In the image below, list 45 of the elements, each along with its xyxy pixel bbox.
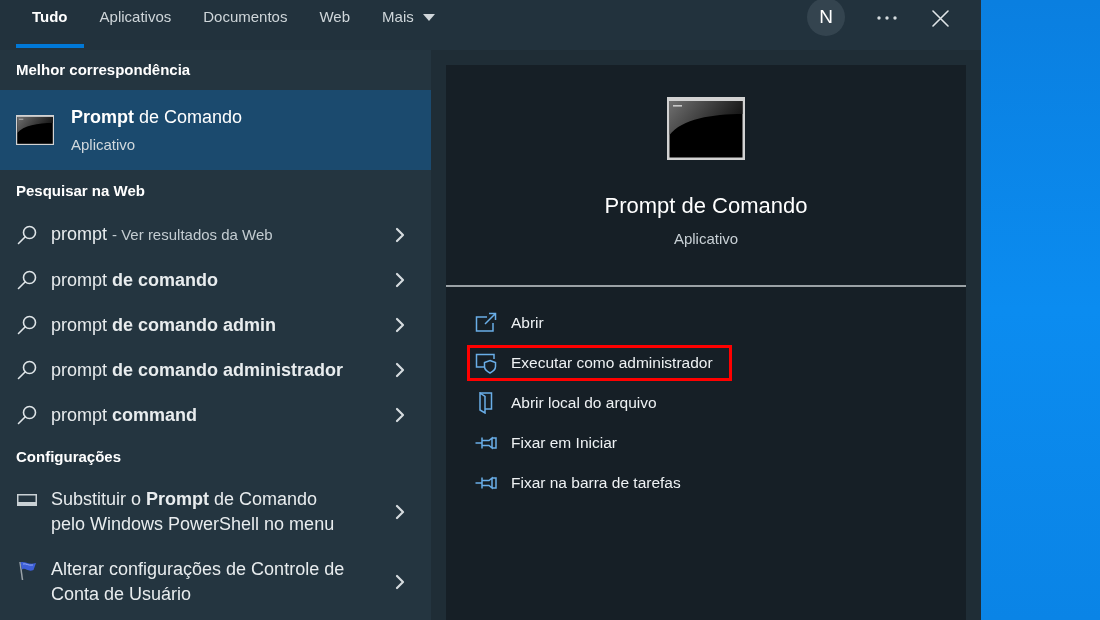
settings-item[interactable]: Substituir o Prompt de Comando pelo Windows PowerShell no menu: [0, 477, 431, 547]
more-icon: [877, 16, 897, 20]
section-heading: Configurações: [16, 447, 121, 467]
tab[interactable]: Documentos: [187, 0, 304, 48]
pin-icon: [475, 476, 497, 490]
chevron-icon: [395, 361, 405, 378]
menu-item[interactable]: Fixar na barra de tarefas: [467, 465, 700, 501]
command-prompt-icon: [667, 97, 745, 160]
chevron-icon: [395, 504, 405, 520]
search-suggestion[interactable]: prompt command: [0, 392, 431, 437]
open-icon: [475, 312, 497, 334]
app-type: Aplicativo: [673, 229, 739, 249]
chevron-icon: [395, 271, 405, 288]
app-title: Prompt de Comando: [604, 192, 808, 220]
menu-item[interactable]: Abrir local do arquivo: [467, 385, 676, 421]
section-heading: Pesquisar na Web: [16, 181, 145, 201]
search-result[interactable]: Prompt de Comando Aplicativo: [0, 90, 431, 170]
display-icon: [17, 493, 37, 506]
chevron-icon: [395, 316, 405, 333]
tab[interactable]: Aplicativos: [83, 0, 188, 48]
flag-icon: [17, 559, 37, 580]
section-heading: Melhor correspondência: [16, 60, 191, 80]
menu-item[interactable]: Abrir: [467, 305, 563, 341]
close-icon: [931, 9, 949, 27]
monitor-shield-icon: [475, 352, 497, 374]
settings-item[interactable]: Alterar configurações de Controle de Conta de Usuário: [0, 547, 431, 617]
avatar-button[interactable]: N: [807, 0, 845, 36]
pin-icon: [475, 436, 497, 450]
chevron-icon: [395, 406, 405, 423]
menu-item[interactable]: Executar como administrador: [467, 345, 732, 381]
search-suggestion[interactable]: prompt de comando: [0, 257, 431, 302]
search-icon: [17, 314, 37, 335]
menu-item[interactable]: Fixar em Iniciar: [467, 425, 636, 461]
search-suggestion[interactable]: prompt de comando admin: [0, 302, 431, 347]
search-icon: [17, 359, 37, 380]
search-icon: [17, 269, 37, 290]
chevron-icon: [395, 226, 405, 243]
tab[interactable]: Mais: [366, 0, 451, 48]
command-prompt-icon: [16, 115, 54, 145]
search-icon: [17, 224, 37, 245]
search-icon: [17, 404, 37, 425]
tab[interactable]: Web: [303, 0, 367, 48]
chevron-icon: [395, 574, 405, 590]
search-suggestion[interactable]: prompt - Ver resultados da Web: [0, 212, 431, 257]
search-suggestion[interactable]: prompt de comando administrador: [0, 347, 431, 392]
